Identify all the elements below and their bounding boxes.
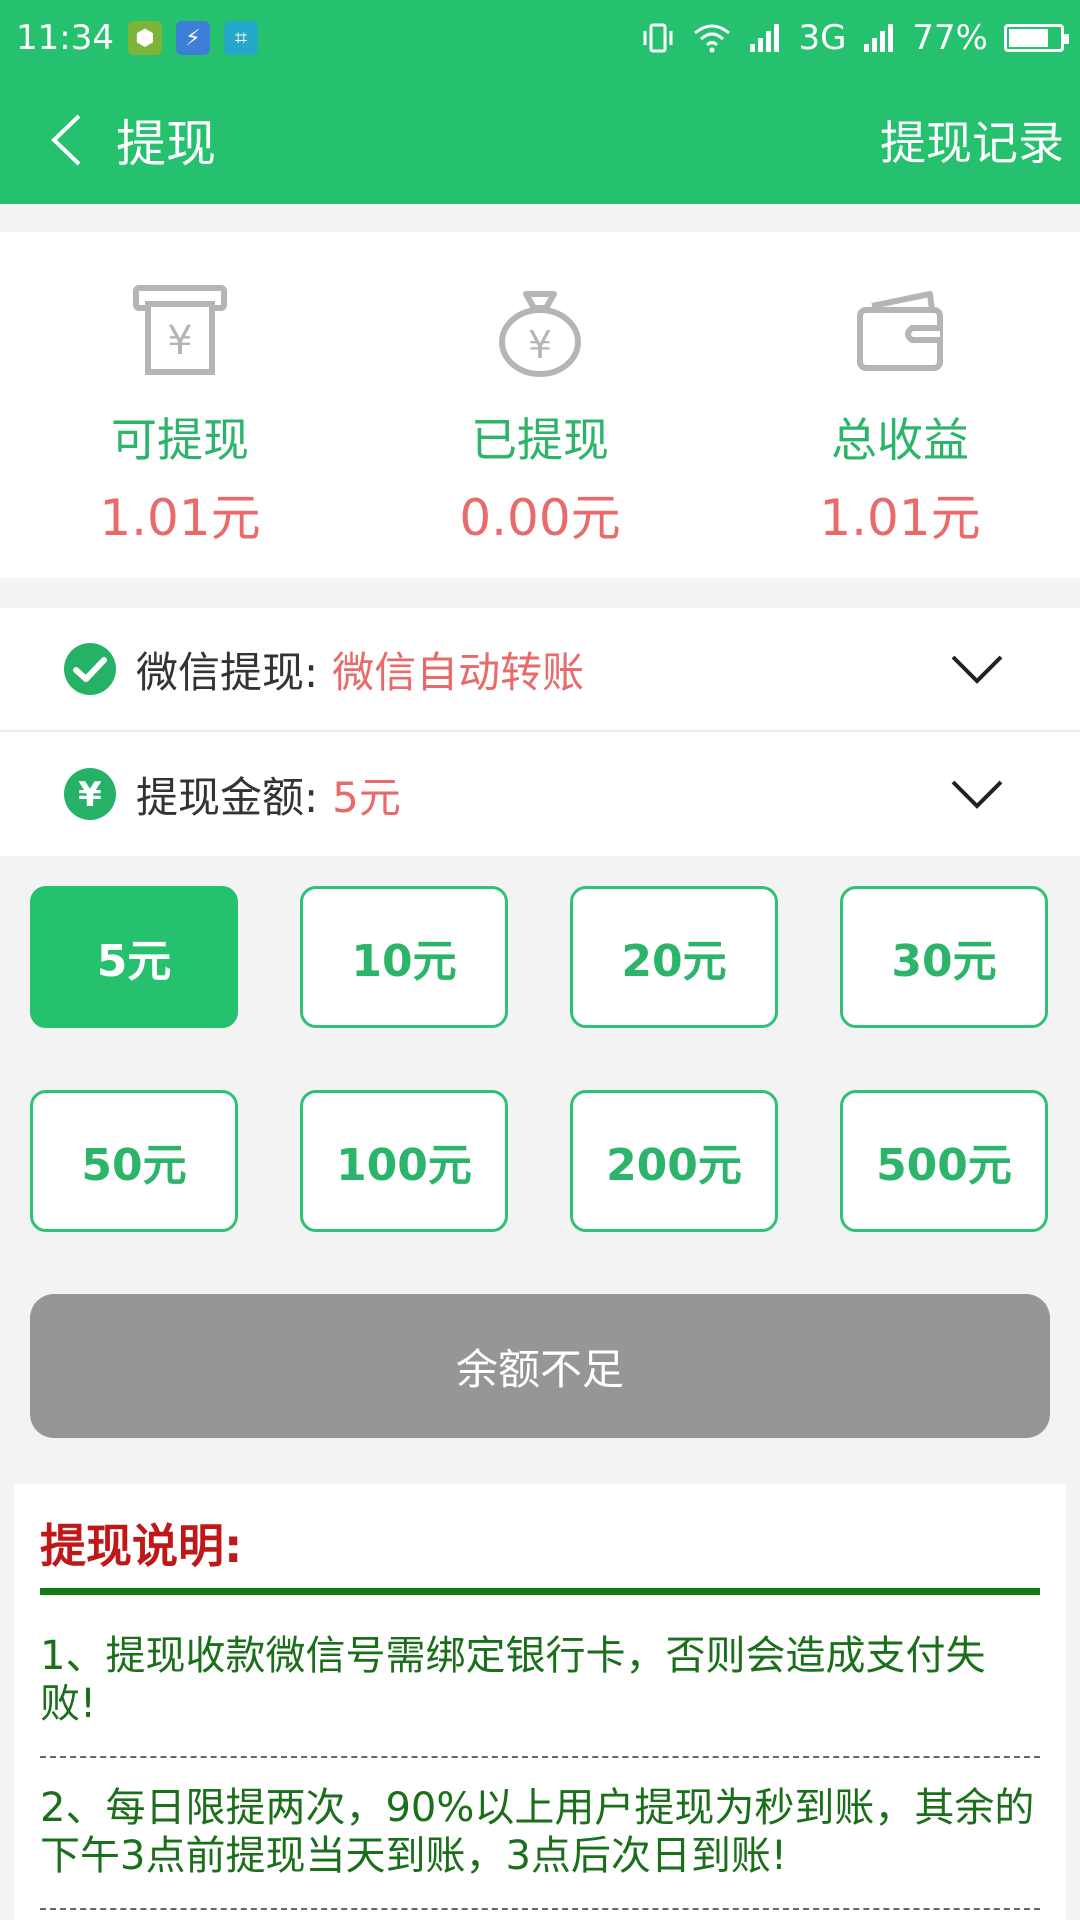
amount-option-100[interactable]: 100元 [300,1090,508,1232]
submit-button[interactable]: 余额不足 [30,1294,1050,1438]
chevron-down-icon [951,655,1003,684]
chevron-left-icon [51,114,81,166]
flash-app-icon: ⚡ [175,21,210,55]
atm-yuan-icon: ¥ [132,282,228,378]
svg-text:¥: ¥ [528,323,552,367]
withdraw-amount-select[interactable]: ¥ 提现金额: 5元 [0,732,1080,856]
withdraw-amount-value: 5元 [332,772,401,822]
amount-option-200[interactable]: 200元 [570,1090,778,1232]
amount-option-5[interactable]: 5元 [30,886,238,1028]
stat-value: 1.01元 [819,489,981,547]
scan-app-icon: ⌗ [223,21,258,55]
balance-summary: ¥ 可提现 1.01元 ¥ 已提现 0.00元 总收益 1.01元 [0,232,1080,578]
dashed-divider [40,1756,1040,1758]
withdraw-amount-label: 提现金额: [136,772,319,822]
app-bar: 提现 提现记录 [0,76,1080,204]
battery-icon [1004,24,1069,52]
note-item: 1、提现收款微信号需绑定银行卡，否则会造成支付失败! [40,1633,986,1727]
notes-title: 提现说明: [40,1519,243,1573]
stat-label: 总收益 [831,413,969,467]
wallet-icon [852,282,948,378]
amount-option-10[interactable]: 10元 [300,886,508,1028]
notes-divider [40,1588,1040,1595]
amount-option-30[interactable]: 30元 [840,886,1048,1028]
stat-available: ¥ 可提现 1.01元 [0,232,360,578]
yuan-icon: ¥ [64,768,116,820]
status-left: 11:34 ⬢ ⚡ ⌗ [16,18,258,58]
status-bar: 11:34 ⬢ ⚡ ⌗ 3G 77% [0,0,1080,76]
stat-label: 已提现 [471,413,609,467]
amount-option-50[interactable]: 50元 [30,1090,238,1232]
dashed-divider [40,1908,1040,1910]
amount-option-20[interactable]: 20元 [570,886,778,1028]
withdraw-notes: 提现说明: 1、提现收款微信号需绑定银行卡，否则会造成支付失败! 2、每日限提两… [14,1484,1066,1920]
status-time: 11:34 [16,18,114,58]
withdraw-method-value: 微信自动转账 [332,647,585,697]
stat-label: 可提现 [111,413,249,467]
svg-text:¥: ¥ [167,318,192,364]
wifi-icon [694,24,731,53]
signal-icon [864,24,894,52]
page-title: 提现 [116,115,216,173]
stat-total-income: 总收益 1.01元 [720,232,1080,578]
vibrate-icon [643,23,673,53]
chevron-down-icon [951,780,1003,809]
stat-withdrawn: ¥ 已提现 0.00元 [360,232,720,578]
withdraw-method-label: 微信提现: [136,647,319,697]
signal-icon [750,24,780,52]
svg-text:¥: ¥ [78,775,102,815]
status-right: 3G 77% [640,18,1069,58]
money-bag-icon: ¥ [492,282,588,378]
wechat-icon [64,643,116,695]
back-button[interactable] [16,76,116,204]
withdraw-history-button[interactable]: 提现记录 [880,107,1064,173]
withdraw-method-select[interactable]: 微信提现: 微信自动转账 [0,608,1080,730]
note-item: 2、每日限提两次，90%以上用户提现为秒到账，其余的下午3点前提现当天到账，3点… [40,1785,1035,1879]
battery-percent: 77% [912,18,988,58]
stat-value: 0.00元 [459,489,621,547]
stat-value: 1.01元 [99,489,261,547]
amount-option-500[interactable]: 500元 [840,1090,1048,1232]
shield-app-icon: ⬢ [127,21,162,55]
network-type: 3G [798,18,847,58]
